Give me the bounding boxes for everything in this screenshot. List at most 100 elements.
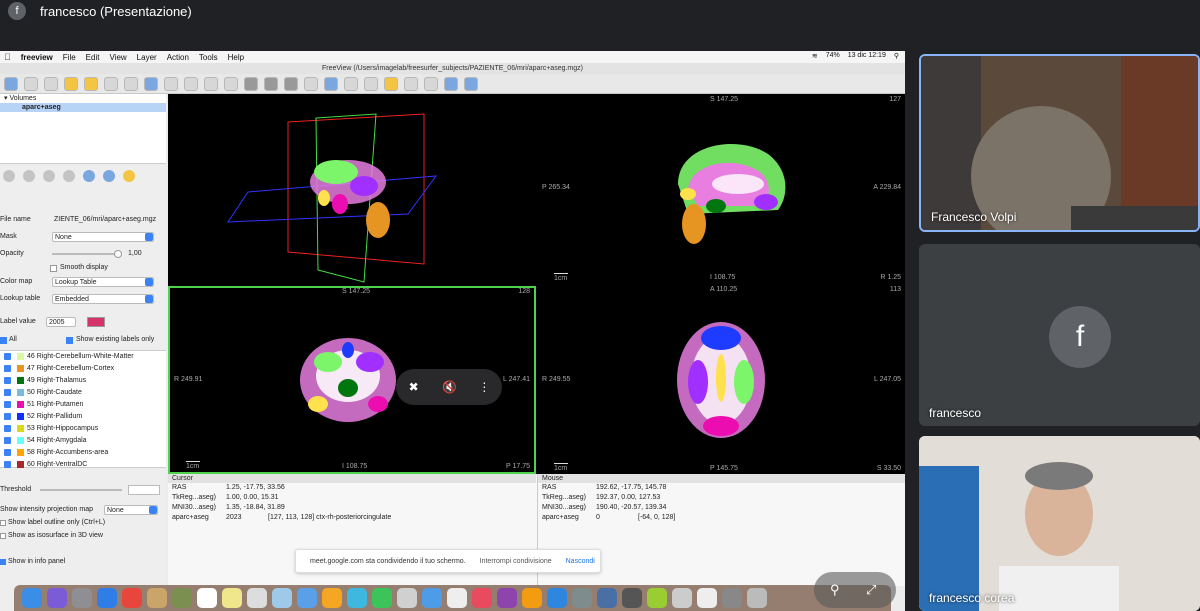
stop-sharing-button[interactable]: Interrompi condivisione <box>480 558 552 565</box>
preview-icon[interactable] <box>272 588 292 608</box>
show-existing-checkbox[interactable] <box>66 337 73 344</box>
facetime-icon[interactable] <box>372 588 392 608</box>
move-down-icon[interactable] <box>102 170 115 182</box>
chrome-icon[interactable] <box>122 588 142 608</box>
transform-icon[interactable] <box>464 76 478 91</box>
move-up-icon[interactable] <box>82 170 95 182</box>
all-checkbox[interactable] <box>0 337 7 344</box>
camera-icon[interactable] <box>424 76 438 91</box>
app-icon[interactable] <box>672 588 692 608</box>
label-row[interactable]: 60 Right-VentralDC <box>0 459 166 471</box>
label-row[interactable]: 50 Right-Caudate <box>0 387 166 399</box>
participant-tile[interactable]: francesco corea <box>919 436 1200 611</box>
finder-icon[interactable] <box>22 588 42 608</box>
info-panel-checkbox[interactable] <box>0 559 6 565</box>
view-sagittal-icon[interactable] <box>244 76 258 91</box>
menu-file[interactable]: File <box>63 53 76 62</box>
menu-edit[interactable]: Edit <box>86 53 100 62</box>
view-sagittal[interactable]: S 147.25 127 P 265.34 A 229.84 I 108.75 … <box>538 94 905 284</box>
music-icon[interactable] <box>472 588 492 608</box>
threshold-input[interactable] <box>128 485 160 495</box>
lock-icon[interactable] <box>122 170 135 182</box>
new-volume-icon[interactable] <box>62 170 75 182</box>
mute-icon[interactable]: 🔇 <box>442 380 457 394</box>
sync-icon[interactable] <box>444 76 458 91</box>
search-icon[interactable]: ⚲ <box>894 52 899 60</box>
recon-edit-tool-icon[interactable] <box>44 76 58 91</box>
battery-status[interactable]: 74% <box>826 52 840 60</box>
labels-list[interactable]: 46 Right-Cerebellum-White-Matter 47 Right… <box>0 350 166 468</box>
launchpad-icon[interactable] <box>72 588 92 608</box>
mask-select[interactable]: None <box>52 232 154 242</box>
menu-action[interactable]: Action <box>167 53 189 62</box>
app-icon[interactable] <box>722 588 742 608</box>
notes-icon[interactable] <box>222 588 242 608</box>
outline-checkbox[interactable] <box>0 520 6 526</box>
colorbar-icon[interactable] <box>384 76 398 91</box>
label-checkbox[interactable] <box>4 436 11 444</box>
system-preferences-icon[interactable] <box>572 588 592 608</box>
info-value[interactable]: 192.62, -17.75, 145.78 <box>596 483 666 493</box>
opacity-value[interactable]: 1,00 <box>128 248 142 260</box>
pointset-edit-tool-icon[interactable] <box>84 76 98 91</box>
label-checkbox[interactable] <box>4 388 11 396</box>
label-row[interactable]: 53 Right-Hippocampus <box>0 423 166 435</box>
app-icon[interactable] <box>172 588 192 608</box>
view-3d[interactable] <box>168 94 536 284</box>
isosurface-checkbox[interactable] <box>0 533 6 539</box>
app-icon[interactable] <box>597 588 617 608</box>
apple-icon[interactable]:  <box>4 52 11 62</box>
fullscreen-icon[interactable]: ⤢ <box>866 582 876 598</box>
zoom-icon[interactable]: ⚲ <box>830 582 840 598</box>
menu-view[interactable]: View <box>109 53 126 62</box>
label-color-swatch[interactable] <box>87 317 105 327</box>
layout-1-3h-icon[interactable] <box>204 76 218 91</box>
info-value[interactable]: 190.40, -20.57, 139.34 <box>596 503 666 513</box>
info-value[interactable]: 0 <box>596 513 600 523</box>
app-icon[interactable] <box>147 588 167 608</box>
label-checkbox[interactable] <box>4 400 11 408</box>
reminders-icon[interactable] <box>247 588 267 608</box>
label-row[interactable]: 58 Right-Accumbens-area <box>0 447 166 459</box>
menu-layer[interactable]: Layer <box>137 53 157 62</box>
podcasts-icon[interactable] <box>497 588 517 608</box>
app-icon[interactable] <box>697 588 717 608</box>
label-row[interactable]: 51 Right-Putamen <box>0 399 166 411</box>
safari-icon[interactable] <box>97 588 117 608</box>
voxel-edit-tool-icon[interactable] <box>24 76 38 91</box>
hide-banner-button[interactable]: Nascondi <box>566 558 595 565</box>
label-row[interactable]: 54 Right-Amygdala <box>0 435 166 447</box>
label-row[interactable]: 47 Right-Cerebellum-Cortex <box>0 363 166 375</box>
info-value[interactable]: 1.00, 0.00, 15.31 <box>226 493 279 503</box>
label-value-input[interactable]: 2005 <box>46 317 76 327</box>
view-3d-icon[interactable] <box>304 76 318 91</box>
close-volume-icon[interactable] <box>42 170 55 182</box>
app-icon[interactable] <box>647 588 667 608</box>
label-checkbox[interactable] <box>4 364 11 372</box>
calendar-icon[interactable] <box>197 588 217 608</box>
view-axial-icon[interactable] <box>284 76 298 91</box>
clock[interactable]: 13 dic 12:19 <box>848 52 886 60</box>
navigate-tool-icon[interactable] <box>4 76 18 91</box>
menu-tools[interactable]: Tools <box>199 53 218 62</box>
save-volume-icon[interactable] <box>22 170 35 182</box>
more-options-icon[interactable]: ⋮ <box>477 380 491 394</box>
view-axial[interactable]: A 110.25 113 R 249.55 L 247.05 P 145.75 … <box>538 286 905 474</box>
smooth-checkbox[interactable] <box>50 265 57 272</box>
participant-tile[interactable]: f francesco <box>919 244 1200 426</box>
screenshot-icon[interactable] <box>404 76 418 91</box>
tree-item-aparc-aseg[interactable]: aparc+aseg <box>0 103 166 112</box>
label-checkbox[interactable] <box>4 448 11 456</box>
redo-icon[interactable] <box>124 76 138 91</box>
unpin-icon[interactable]: ✖ <box>407 380 421 394</box>
label-row[interactable]: 52 Right-Pallidum <box>0 411 166 423</box>
label-checkbox[interactable] <box>4 352 11 360</box>
wifi-icon[interactable]: ≋ <box>812 52 818 60</box>
view-coronal-icon[interactable] <box>264 76 278 91</box>
label-checkbox[interactable] <box>4 424 11 432</box>
messages-icon[interactable] <box>347 588 367 608</box>
colormap-select[interactable]: Lookup Table <box>52 277 154 287</box>
app-store-icon[interactable] <box>547 588 567 608</box>
label-checkbox[interactable] <box>4 376 11 384</box>
threshold-slider[interactable] <box>40 489 122 491</box>
